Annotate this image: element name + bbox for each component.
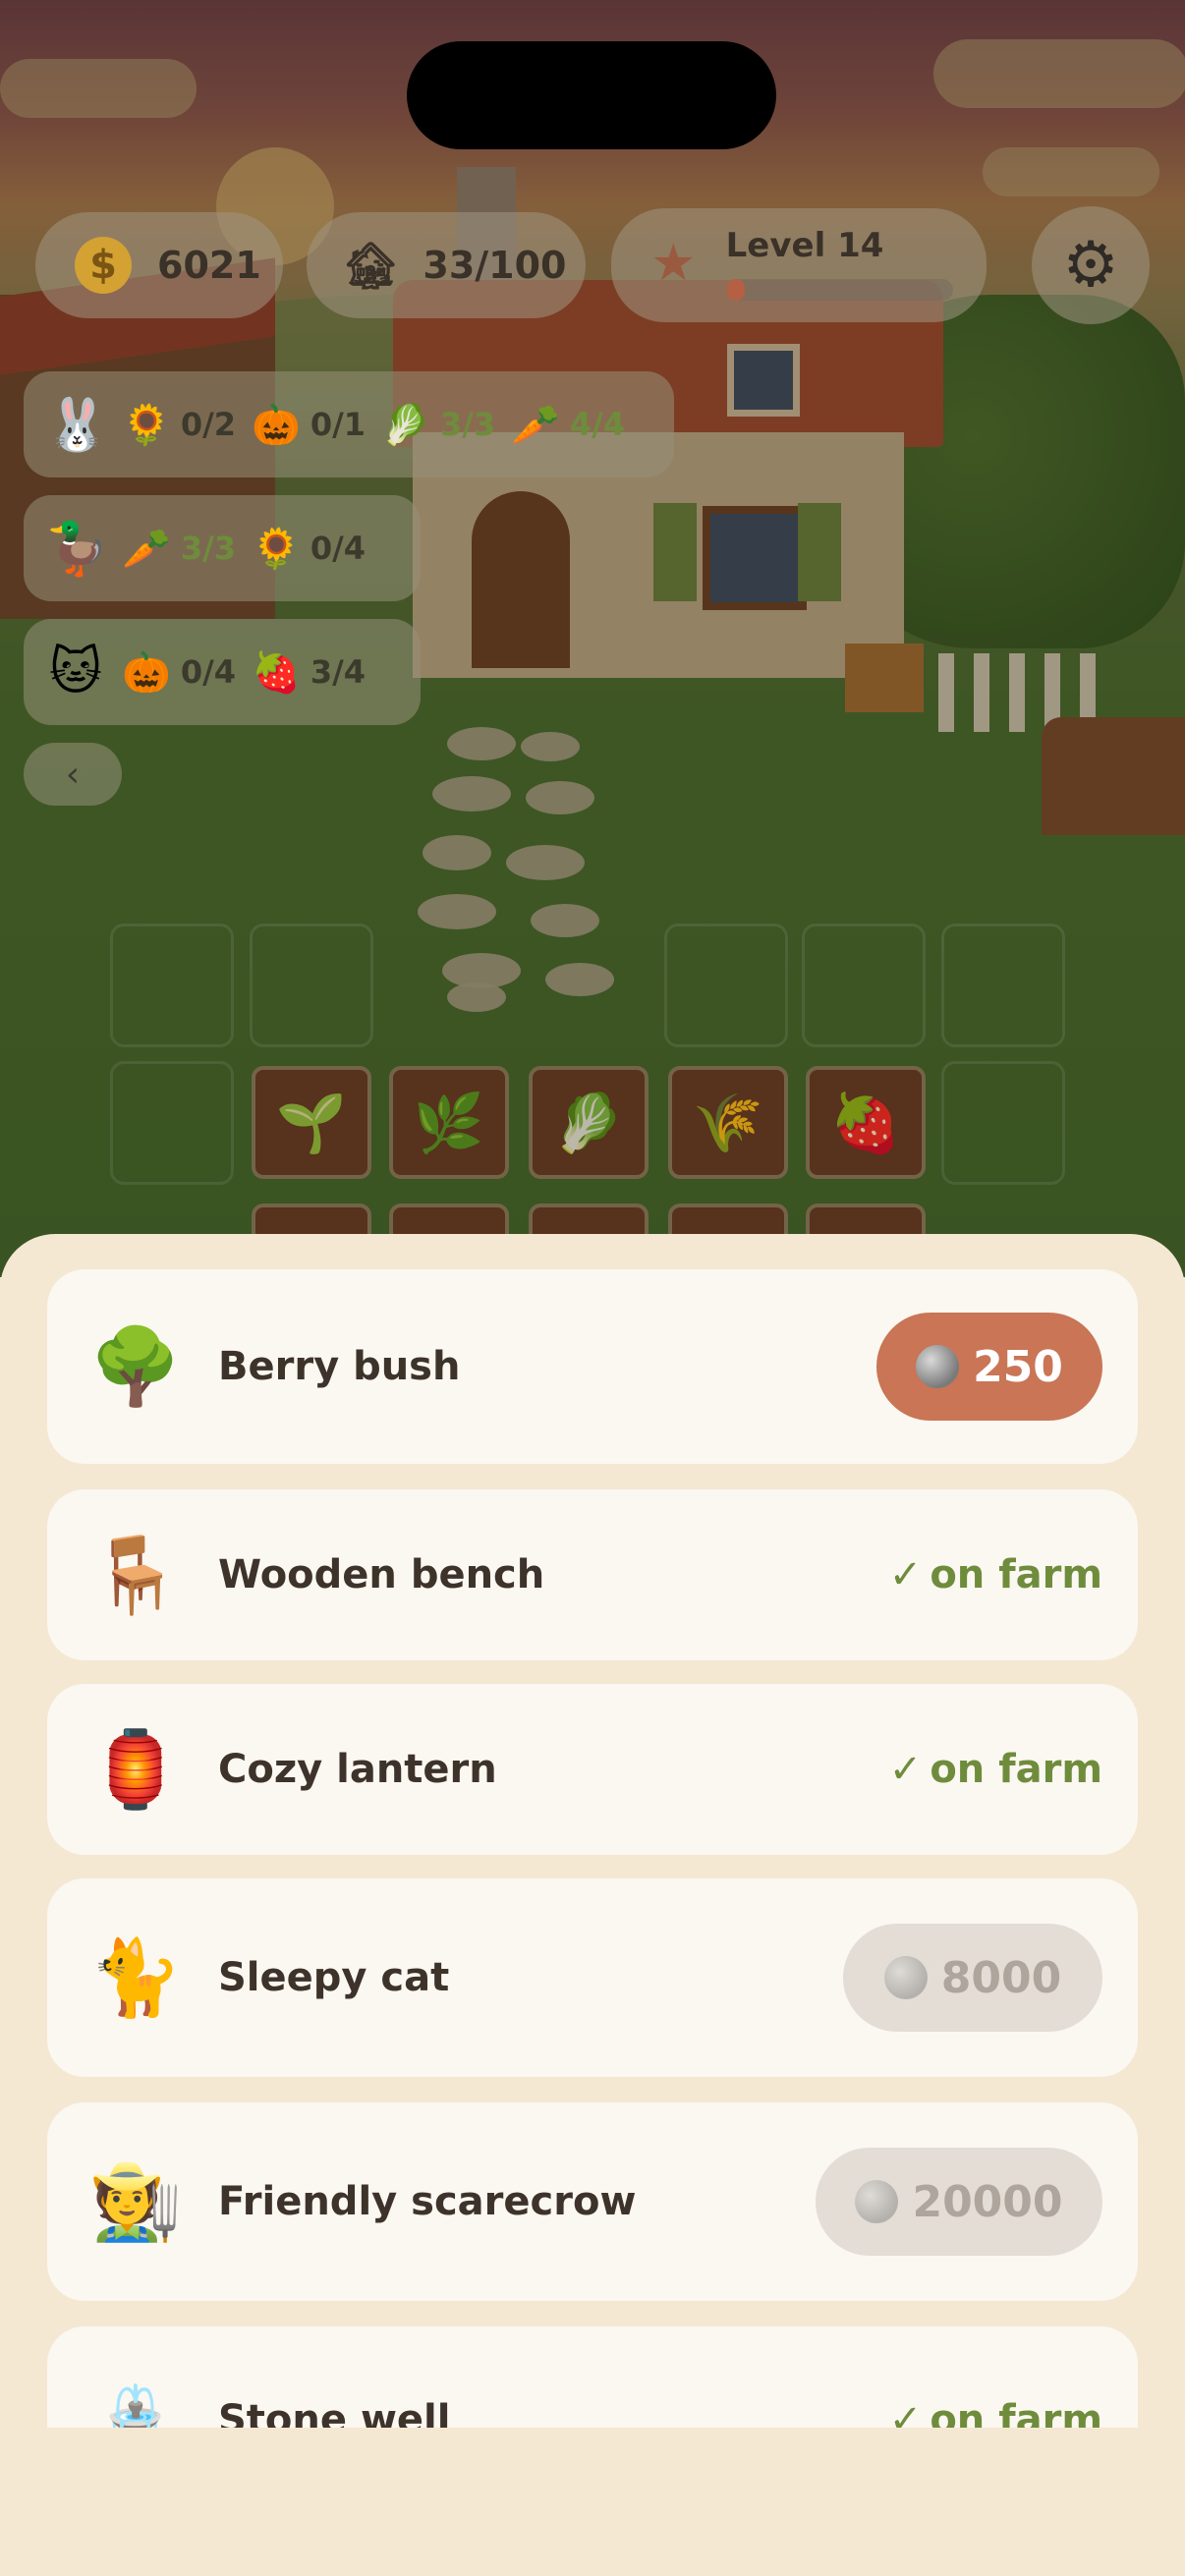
shop-item-wooden-bench[interactable]: 🪑 Wooden bench ✓ on farm <box>47 1489 1138 1660</box>
cat-icon: 🐱 <box>48 643 103 701</box>
sunflower-icon: 🌻 <box>252 526 301 572</box>
owned-status: ✓ on farm <box>889 2397 1102 2428</box>
lantern-icon: 🏮 <box>88 1725 183 1813</box>
order-card-bunny[interactable]: 🐰 🌻 0/2 🎃 0/1 🥬 3/3 🥕 4/4 <box>24 371 674 477</box>
silver-coin-icon <box>855 2180 899 2223</box>
sunflower-icon: 🌻 <box>122 402 171 448</box>
sleepy-cat-icon: 🐈 <box>88 1933 183 2021</box>
storage-count: 33/100 <box>423 244 567 287</box>
level-label: Level 14 <box>725 226 884 265</box>
shop-item-list[interactable]: 🌳 Berry bush 250 🪑 Wooden bench ✓ on farm… <box>0 1234 1185 2428</box>
shop-item-sleepy-cat[interactable]: 🐈 Sleepy cat 8000 <box>47 1878 1138 2077</box>
coin-counter[interactable]: $ 6021 <box>35 212 283 318</box>
order-requirement: 🎃 0/4 <box>122 649 236 696</box>
order-requirement: 🎃 0/1 <box>252 402 366 448</box>
camera-notch <box>407 41 776 149</box>
shop-item-stone-well[interactable]: ⛲ Stone well ✓ on farm <box>47 2326 1138 2428</box>
shop-item-berry-bush[interactable]: 🌳 Berry bush 250 <box>47 1269 1138 1464</box>
item-price: 8000 <box>940 1952 1062 2003</box>
level-progress-bar <box>727 279 953 301</box>
scarecrow-icon: 🧑‍🌾 <box>88 2157 183 2245</box>
owned-status: ✓ on farm <box>888 1747 1102 1792</box>
requirement-count: 0/2 <box>180 406 237 443</box>
pumpkin-icon: 🎃 <box>122 649 171 696</box>
bunny-icon: 🐰 <box>45 395 109 455</box>
shop-item-friendly-scarecrow[interactable]: 🧑‍🌾 Friendly scarecrow 20000 <box>47 2102 1138 2301</box>
order-requirement: 🥕 4/4 <box>511 402 625 448</box>
order-requirement: 🥬 3/3 <box>381 402 495 448</box>
level-panel[interactable]: ★ Level 14 <box>611 208 987 322</box>
well-icon: ⛲ <box>88 2380 183 2428</box>
buy-button[interactable]: 250 <box>876 1313 1102 1421</box>
requirement-count: 0/1 <box>310 406 367 443</box>
gear-icon: ⚙ <box>1062 229 1119 302</box>
berry-bush-icon: 🌳 <box>88 1322 183 1410</box>
check-icon: ✓ <box>888 2397 923 2428</box>
item-name: Cozy lantern <box>218 1747 497 1792</box>
requirement-count: 3/3 <box>180 530 237 567</box>
buy-button[interactable]: 20000 <box>816 2148 1102 2256</box>
chevron-left-icon: ‹ <box>65 754 81 795</box>
check-icon: ✓ <box>888 1552 923 1597</box>
order-card-scarecrow-duck[interactable]: 🦆 🥕 3/3 🌻 0/4 <box>24 495 421 601</box>
requirement-count: 4/4 <box>569 406 626 443</box>
pumpkin-icon: 🎃 <box>252 402 301 448</box>
strawberry-icon: 🍓 <box>252 649 301 696</box>
settings-button[interactable]: ⚙ <box>1032 206 1150 324</box>
scarecrow-duck-icon: 🦆 <box>45 519 109 579</box>
requirement-count: 3/4 <box>310 653 367 691</box>
coin-count: 6021 <box>157 244 261 287</box>
item-price: 250 <box>973 1341 1063 1392</box>
item-name: Wooden bench <box>218 1552 545 1597</box>
order-requirement: 🌻 0/2 <box>122 402 236 448</box>
item-name: Stone well <box>218 2397 451 2428</box>
item-name: Friendly scarecrow <box>218 2179 637 2224</box>
bench-icon: 🪑 <box>88 1531 183 1618</box>
lettuce-icon: 🥬 <box>381 402 430 448</box>
order-requirement: 🍓 3/4 <box>252 649 366 696</box>
coin-icon: $ <box>75 237 132 294</box>
buy-button[interactable]: 8000 <box>843 1924 1102 2032</box>
storage-counter[interactable]: 🏚 33/100 <box>307 212 586 318</box>
requirement-count: 0/4 <box>310 530 367 567</box>
carrot-icon: 🥕 <box>511 402 560 448</box>
barn-icon: 🏚 <box>342 238 400 292</box>
star-icon: ★ <box>650 234 697 293</box>
order-requirement: 🌻 0/4 <box>252 526 366 572</box>
carrot-icon: 🥕 <box>122 526 171 572</box>
order-requirement: 🥕 3/3 <box>122 526 236 572</box>
silver-coin-icon <box>916 1345 960 1388</box>
owned-status: ✓ on farm <box>888 1552 1102 1597</box>
requirement-count: 0/4 <box>180 653 237 691</box>
item-price: 20000 <box>912 2176 1063 2227</box>
collapse-orders-button[interactable]: ‹ <box>24 743 122 806</box>
item-name: Sleepy cat <box>218 1955 450 2000</box>
item-name: Berry bush <box>218 1344 461 1389</box>
order-card-cat[interactable]: 🐱 🎃 0/4 🍓 3/4 <box>24 619 421 725</box>
check-icon: ✓ <box>888 1747 923 1792</box>
silver-coin-icon <box>883 1956 928 1999</box>
level-progress-fill <box>727 279 746 301</box>
requirement-count: 3/3 <box>439 406 496 443</box>
shop-item-cozy-lantern[interactable]: 🏮 Cozy lantern ✓ on farm <box>47 1684 1138 1855</box>
